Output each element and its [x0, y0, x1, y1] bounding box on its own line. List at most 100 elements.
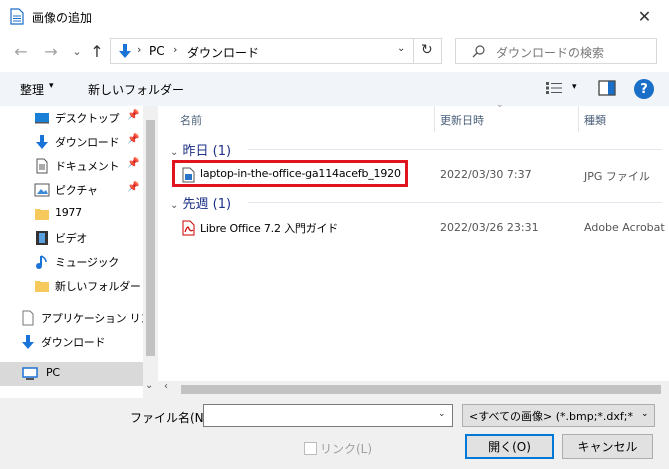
search-box[interactable]: ダウンロードの検索 — [455, 38, 657, 64]
new-folder-button[interactable]: 新しいフォルダー — [88, 81, 184, 98]
sidebar-item-desktop[interactable]: デスクトップ 📌 — [0, 106, 143, 130]
picture-icon — [34, 183, 50, 197]
filter-value: <すべての画像> (*.bmp;*.dxf;*.emf — [469, 410, 634, 423]
download-folder-icon — [119, 44, 131, 58]
help-glyph: ? — [640, 81, 648, 97]
column-header-type[interactable]: 種類 — [584, 112, 606, 128]
recent-locations-button[interactable]: ⌄ — [66, 40, 88, 62]
column-header-name[interactable]: 名前 — [180, 112, 202, 128]
column-header-date[interactable]: 更新日時 — [440, 112, 484, 128]
sidebar-item-new-folder[interactable]: 新しいフォルダー — [0, 274, 143, 298]
sidebar-item-label: ミュージック — [55, 256, 119, 269]
file-type: JPG ファイル — [584, 170, 650, 183]
sidebar-item-label: ピクチャ — [55, 184, 98, 197]
group-header-yesterday[interactable]: ⌄ 昨日 (1) — [170, 140, 231, 159]
navigation-pane: デスクトップ 📌 ダウンロード 📌 ドキュメント 📌 ピクチャ 📌 1977 ビ… — [0, 106, 162, 398]
video-icon — [36, 231, 48, 245]
download-icon — [36, 135, 48, 149]
column-divider[interactable] — [434, 106, 435, 132]
sidebar-item-label: ビデオ — [55, 232, 88, 245]
close-button[interactable]: ✕ — [620, 0, 669, 32]
breadcrumb-downloads[interactable]: ダウンロード — [187, 44, 259, 61]
forward-arrow-icon: → — [44, 41, 58, 61]
pin-icon: 📌 — [127, 182, 140, 193]
app-link-icon — [22, 310, 34, 326]
sidebar-item-pictures[interactable]: ピクチャ 📌 — [0, 178, 143, 202]
music-icon — [36, 255, 47, 269]
sidebar-item-documents[interactable]: ドキュメント 📌 — [0, 154, 143, 178]
organize-button[interactable]: 整理 — [20, 81, 44, 98]
caret-down-icon[interactable]: ▾ — [572, 82, 577, 92]
list-item[interactable]: Libre Office 7.2 入門ガイド 2022/03/26 23:31 … — [172, 216, 669, 240]
sidebar-item-label: ダウンロード — [41, 336, 106, 349]
download-icon — [22, 335, 34, 349]
horizontal-scroll-thumb[interactable] — [181, 385, 661, 394]
forward-button[interactable]: → — [40, 40, 62, 62]
preview-pane-icon[interactable] — [598, 80, 616, 96]
file-name: Libre Office 7.2 入門ガイド — [200, 222, 339, 235]
group-collapse-icon[interactable]: ⌄ — [170, 147, 178, 158]
sidebar-item-app-links[interactable]: アプリケーション リンク — [0, 306, 162, 330]
sidebar-item-downloads[interactable]: ダウンロード 📌 — [0, 130, 143, 154]
file-list: 名前 更新日時 ⌄ 種類 ⌄ 昨日 (1) laptop-in-the-offi… — [158, 100, 669, 398]
search-icon — [472, 45, 485, 58]
pin-icon: 📌 — [127, 158, 140, 169]
highlight-annotation — [172, 160, 408, 187]
column-divider[interactable] — [578, 106, 579, 132]
file-type: Adobe Acrobat D — [584, 221, 669, 234]
sidebar-item-music[interactable]: ミュージック — [0, 250, 143, 274]
sidebar-scroll-thumb[interactable] — [146, 120, 155, 356]
scroll-left-arrow-icon[interactable]: ‹ — [164, 381, 168, 392]
title-bar: 画像の追加 ✕ — [0, 0, 669, 34]
chevron-down-icon[interactable]: ⌄ — [438, 409, 446, 419]
folder-icon — [35, 281, 49, 292]
chevron-down-icon: ⌄ — [641, 409, 649, 419]
up-button[interactable]: ↑ — [86, 40, 108, 62]
group-header-last-week[interactable]: ⌄ 先週 (1) — [170, 193, 231, 212]
window-title: 画像の追加 — [32, 11, 93, 25]
breadcrumb-separator[interactable]: › — [173, 43, 177, 56]
pc-icon — [22, 367, 38, 380]
pin-icon: 📌 — [127, 110, 140, 121]
close-icon: ✕ — [637, 6, 652, 26]
sidebar-item-downloads-2[interactable]: ダウンロード — [0, 330, 129, 354]
help-icon[interactable]: ? — [634, 79, 654, 99]
group-collapse-icon[interactable]: ⌄ — [170, 200, 178, 211]
group-label: 昨日 (1) — [182, 144, 232, 159]
filename-input[interactable] — [203, 404, 453, 427]
divider — [413, 39, 414, 63]
sidebar-item-folder-1977[interactable]: 1977 — [0, 202, 143, 226]
up-arrow-icon: ↑ — [90, 41, 104, 61]
pdf-file-icon — [182, 220, 195, 236]
command-bar: 整理 ▾ 新しいフォルダー ▾ ? — [0, 72, 669, 106]
sidebar-item-label: ダウンロード — [55, 136, 120, 149]
dialog-footer: ファイル名(N): ⌄ <すべての画像> (*.bmp;*.dxf;*.emf … — [0, 398, 669, 469]
group-divider — [248, 202, 662, 203]
sidebar-item-pc[interactable]: PC — [0, 362, 143, 386]
view-options-icon[interactable] — [545, 81, 563, 95]
breadcrumb-pc[interactable]: PC — [149, 44, 165, 58]
caret-down-icon: ▾ — [49, 81, 54, 91]
chevron-down-icon: ⌄ — [72, 44, 82, 58]
document-icon — [36, 158, 48, 174]
open-button[interactable]: 開く(O) — [465, 434, 554, 459]
filename-label: ファイル名(N): — [130, 411, 213, 425]
document-icon — [10, 8, 24, 25]
file-date: 2022/03/26 23:31 — [440, 221, 539, 234]
file-type-filter[interactable]: <すべての画像> (*.bmp;*.dxf;*.emf ⌄ — [462, 404, 655, 427]
sidebar-item-label: PC — [46, 366, 60, 379]
breadcrumb-separator: › — [137, 43, 142, 56]
back-button[interactable]: ← — [10, 40, 32, 62]
sidebar-item-videos[interactable]: ビデオ — [0, 226, 143, 250]
file-date: 2022/03/30 7:37 — [440, 168, 532, 181]
back-arrow-icon: ← — [14, 41, 28, 61]
address-bar[interactable]: › PC › ダウンロード ⌄ ↻ — [110, 38, 442, 64]
sidebar-item-label: ドキュメント — [55, 160, 120, 173]
search-placeholder: ダウンロードの検索 — [496, 46, 605, 60]
scroll-down-arrow-icon[interactable]: ⌄ — [145, 380, 153, 391]
cancel-button[interactable]: キャンセル — [562, 434, 653, 459]
refresh-icon[interactable]: ↻ — [421, 42, 433, 58]
sort-chevron-icon: ⌄ — [496, 100, 504, 110]
link-checkbox[interactable] — [304, 442, 317, 455]
chevron-down-icon[interactable]: ⌄ — [397, 43, 405, 54]
